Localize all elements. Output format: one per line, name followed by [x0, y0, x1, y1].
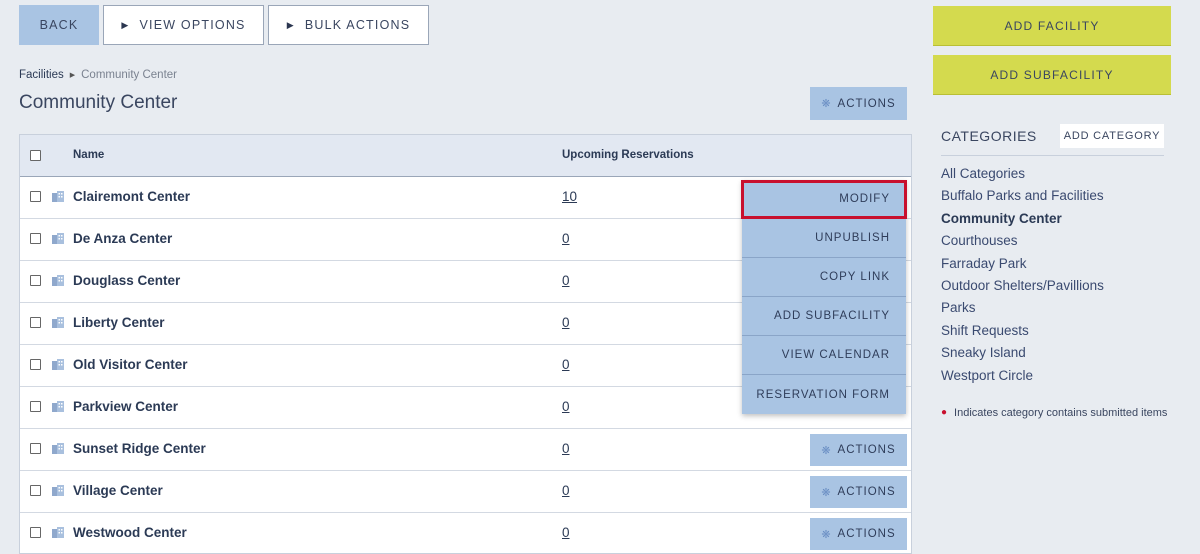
menu-item-modify[interactable]: Modify	[741, 180, 907, 219]
row-checkbox[interactable]	[30, 275, 41, 286]
page-actions-button[interactable]: ❋ Actions	[810, 87, 907, 120]
play-triangle-icon: ▶	[286, 19, 295, 30]
category-item[interactable]: Westport Circle	[941, 367, 1104, 389]
building-icon	[52, 317, 64, 328]
facility-name-link[interactable]: De Anza Center	[73, 231, 172, 246]
reservation-count-link[interactable]: 0	[562, 273, 570, 288]
building-icon	[52, 359, 64, 370]
row-actions-button[interactable]: ❋ Actions	[810, 518, 907, 550]
row-checkbox[interactable]	[30, 317, 41, 328]
facility-name-link[interactable]: Clairemont Center	[73, 189, 190, 204]
reservation-count-link[interactable]: 0	[562, 399, 570, 414]
gear-icon: ❋	[821, 528, 832, 541]
building-icon	[52, 191, 64, 202]
building-icon	[52, 485, 64, 496]
gear-icon: ❋	[821, 98, 832, 110]
facility-name-link[interactable]: Village Center	[73, 483, 163, 498]
table-row: Sunset Ridge Center 0 ❋ Actions	[20, 429, 911, 471]
gear-icon: ❋	[821, 444, 832, 457]
add-category-button[interactable]: Add Category	[1060, 124, 1164, 148]
reservation-count-link[interactable]: 0	[562, 231, 570, 246]
category-item[interactable]: Parks	[941, 299, 1104, 321]
menu-item-add-subfacility[interactable]: Add Subfacility	[742, 297, 906, 336]
reservation-count-link[interactable]: 10	[562, 189, 577, 204]
row-checkbox[interactable]	[30, 485, 41, 496]
facility-name-link[interactable]: Old Visitor Center	[73, 357, 188, 372]
add-subfacility-button[interactable]: Add Subfacility	[933, 55, 1171, 95]
reservation-count-link[interactable]: 0	[562, 441, 570, 456]
play-triangle-icon: ▶	[121, 19, 130, 30]
menu-item-view-calendar[interactable]: View Calendar	[742, 336, 906, 375]
table-row: Westwood Center 0 ❋ Actions	[20, 513, 911, 553]
breadcrumb-separator-icon: ▶	[69, 72, 76, 79]
category-legend-note: ● Indicates category contains submitted …	[941, 404, 1171, 422]
row-actions-button[interactable]: ❋ Actions	[810, 476, 907, 508]
menu-item-reservation-form[interactable]: Reservation Form	[742, 375, 906, 414]
reservation-count-link[interactable]: 0	[562, 483, 570, 498]
back-button[interactable]: Back	[19, 5, 99, 45]
facility-name-link[interactable]: Douglass Center	[73, 273, 180, 288]
category-item[interactable]: All Categories	[941, 165, 1104, 187]
reservation-count-link[interactable]: 0	[562, 525, 570, 540]
row-checkbox[interactable]	[30, 527, 41, 538]
row-checkbox[interactable]	[30, 191, 41, 202]
add-facility-button[interactable]: Add Facility	[933, 6, 1171, 46]
view-options-button[interactable]: ▶ View Options	[103, 5, 264, 45]
categories-heading: Categories	[941, 128, 1037, 144]
table-row: Village Center 0 ❋ Actions	[20, 471, 911, 513]
row-checkbox[interactable]	[30, 233, 41, 244]
page-title: Community Center	[19, 92, 178, 113]
building-icon	[52, 443, 64, 454]
breadcrumb: Facilities ▶ Community Center	[19, 69, 177, 81]
category-item[interactable]: Shift Requests	[941, 322, 1104, 344]
menu-item-copy-link[interactable]: Copy Link	[742, 258, 906, 297]
menu-item-unpublish[interactable]: Unpublish	[742, 219, 906, 258]
category-list: All Categories Buffalo Parks and Faciliti…	[941, 165, 1104, 389]
row-actions-button[interactable]: ❋ Actions	[810, 434, 907, 466]
facility-name-link[interactable]: Liberty Center	[73, 315, 165, 330]
facility-name-link[interactable]: Sunset Ridge Center	[73, 441, 206, 456]
building-icon	[52, 527, 64, 538]
facility-name-link[interactable]: Westwood Center	[73, 525, 187, 540]
building-icon	[52, 233, 64, 244]
red-dot-icon: ●	[941, 407, 948, 418]
category-item[interactable]: Courthouses	[941, 232, 1104, 254]
column-header-upcoming[interactable]: Upcoming Reservations	[562, 149, 694, 161]
category-item[interactable]: Outdoor Shelters/Pavillions	[941, 277, 1104, 299]
row-checkbox[interactable]	[30, 359, 41, 370]
row-checkbox[interactable]	[30, 443, 41, 454]
breadcrumb-facilities-link[interactable]: Facilities	[19, 69, 64, 81]
categories-divider	[941, 155, 1164, 156]
bulk-actions-button[interactable]: ▶ Bulk Actions	[268, 5, 429, 45]
actions-dropdown-menu: Modify Unpublish Copy Link Add Subfacility V…	[741, 180, 907, 414]
reservation-count-link[interactable]: 0	[562, 357, 570, 372]
building-icon	[52, 401, 64, 412]
category-item[interactable]: Farraday Park	[941, 255, 1104, 277]
table-header: Name Upcoming Reservations	[20, 135, 911, 177]
select-all-checkbox[interactable]	[30, 150, 41, 161]
reservation-count-link[interactable]: 0	[562, 315, 570, 330]
building-icon	[52, 275, 64, 286]
category-item[interactable]: Sneaky Island	[941, 344, 1104, 366]
facility-name-link[interactable]: Parkview Center	[73, 399, 178, 414]
category-item[interactable]: Community Center	[941, 210, 1104, 232]
gear-icon: ❋	[821, 486, 832, 499]
column-header-name[interactable]: Name	[73, 149, 104, 161]
breadcrumb-current: Community Center	[81, 69, 177, 81]
row-checkbox[interactable]	[30, 401, 41, 412]
category-item[interactable]: Buffalo Parks and Facilities	[941, 187, 1104, 209]
